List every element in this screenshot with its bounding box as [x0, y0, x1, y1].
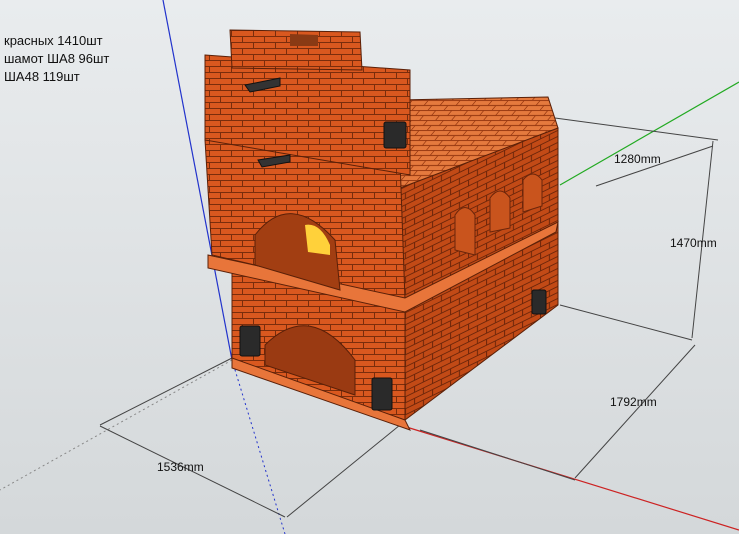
stove-model-scene — [0, 0, 739, 534]
model-viewport[interactable]: красных 1410шт шамот ША8 96шт ША48 119шт… — [0, 0, 739, 534]
dimension-length-label: 1536mm — [157, 460, 204, 474]
green-axis — [559, 81, 739, 186]
iron-door-side — [531, 289, 547, 315]
iron-door-lower-left — [239, 325, 261, 357]
dimension-height-label: 1470mm — [670, 236, 717, 250]
side-niche-1 — [454, 207, 476, 256]
side-niche-3 — [522, 173, 543, 213]
red-axis — [399, 424, 739, 531]
dimension-depth-label: 1792mm — [610, 395, 657, 409]
dimension-width-label: 1280mm — [614, 152, 661, 166]
iron-door-upper-right — [383, 121, 407, 149]
blue-axis-dotted — [231, 359, 286, 534]
material-notes: красных 1410шт шамот ША8 96шт ША48 119шт — [4, 32, 109, 86]
note-red-bricks: красных 1410шт — [4, 33, 103, 48]
note-chamotte-sha8: шамот ША8 96шт — [4, 51, 110, 66]
iron-door-lower-front — [371, 377, 393, 411]
side-niche-2 — [489, 190, 511, 233]
stove-chimney-hole — [290, 34, 318, 46]
note-sha48: ША48 119шт — [4, 69, 80, 84]
